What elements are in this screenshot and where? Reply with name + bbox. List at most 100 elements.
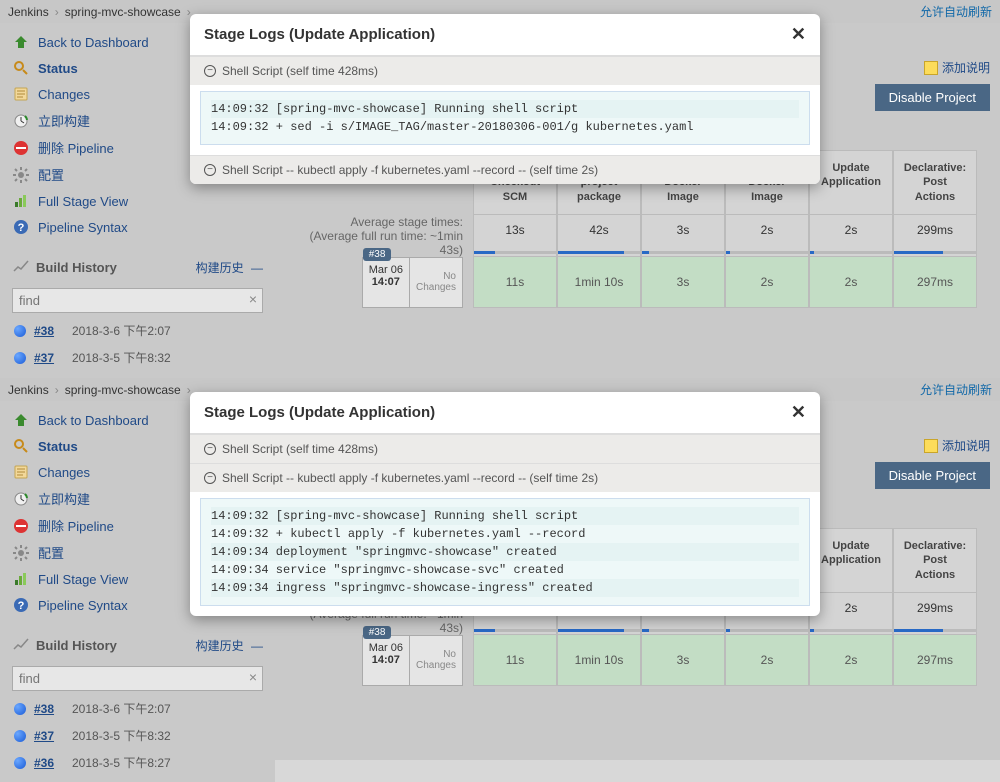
- auto-refresh-link[interactable]: 允许自动刷新: [920, 3, 992, 20]
- sidebar-label: Pipeline Syntax: [38, 598, 128, 613]
- pipeline-syntax-link[interactable]: ?Pipeline Syntax: [0, 214, 275, 240]
- gear-icon: [12, 544, 30, 562]
- build-row[interactable]: #372018-3-5 下午8:32: [0, 722, 275, 749]
- stage-avg-cell: 299ms: [893, 215, 977, 257]
- build-number[interactable]: #37: [34, 729, 72, 743]
- search-icon: [12, 59, 30, 77]
- status-ball-icon: [14, 730, 26, 742]
- log-section-header[interactable]: −Shell Script -- kubectl apply -f kubern…: [190, 463, 820, 492]
- log-section-header[interactable]: −Shell Script (self time 428ms): [190, 56, 820, 85]
- chevron-right-icon: ›: [55, 5, 59, 19]
- sidebar-label: 删除 Pipeline: [38, 138, 114, 157]
- sidebar-label: 配置: [38, 165, 64, 184]
- build-date: 2018-3-5 下午8:32: [72, 349, 171, 366]
- build-row[interactable]: #382018-3-6 下午2:07: [0, 317, 275, 344]
- breadcrumb-project[interactable]: spring-mvc-showcase: [65, 383, 181, 397]
- build-row[interactable]: #372018-3-5 下午8:32: [0, 344, 275, 371]
- stage-column-header: UpdateApplication: [809, 528, 893, 593]
- stage-run-cell[interactable]: 2s: [809, 635, 893, 686]
- clock-icon: [12, 490, 30, 508]
- build-find-input[interactable]: [12, 666, 263, 691]
- build-number[interactable]: #38: [34, 702, 72, 716]
- build-date: 2018-3-6 下午2:07: [72, 322, 171, 339]
- log-output: 14:09:32 [spring-mvc-showcase] Running s…: [200, 91, 810, 145]
- jenkins-panel: Jenkins›spring-mvc-showcase›允许自动刷新Back t…: [0, 0, 1000, 378]
- collapse-icon[interactable]: −: [204, 472, 216, 484]
- chevron-right-icon: ›: [55, 383, 59, 397]
- stage-run-cell[interactable]: 3s: [641, 257, 725, 308]
- stage-run-cell[interactable]: 2s: [809, 257, 893, 308]
- build-date: 2018-3-5 下午8:27: [72, 754, 171, 771]
- stage-run-cell[interactable]: 11s: [473, 257, 557, 308]
- svg-text:?: ?: [18, 222, 25, 234]
- status-ball-icon: [14, 757, 26, 769]
- modal-header: Stage Logs (Update Application)✕: [190, 392, 820, 434]
- build-number[interactable]: #36: [34, 756, 72, 770]
- log-section-label: Shell Script (self time 428ms): [222, 442, 378, 456]
- avg-label: Average stage times:: [293, 215, 463, 229]
- build-history-title: Build History: [36, 260, 117, 275]
- log-section-header[interactable]: −Shell Script -- kubectl apply -f kubern…: [190, 155, 820, 184]
- modal-title: Stage Logs (Update Application): [204, 26, 435, 43]
- sidebar-label: 配置: [38, 543, 64, 562]
- build-number[interactable]: #38: [34, 324, 72, 338]
- status-ball-icon: [14, 325, 26, 337]
- stage-run-cell[interactable]: 1min 10s: [557, 257, 641, 308]
- document-icon: [12, 85, 30, 103]
- build-find-input[interactable]: [12, 288, 263, 313]
- close-icon[interactable]: ✕: [791, 402, 806, 423]
- breadcrumb-project[interactable]: spring-mvc-showcase: [65, 5, 181, 19]
- build-history-link[interactable]: 构建历史 —: [196, 259, 263, 276]
- build-row[interactable]: #382018-3-6 下午2:07: [0, 695, 275, 722]
- add-description-link[interactable]: 添加说明: [924, 437, 990, 454]
- stage-run-cell[interactable]: 11s: [473, 635, 557, 686]
- clear-icon[interactable]: ×: [249, 669, 257, 685]
- breadcrumb-root[interactable]: Jenkins: [8, 5, 49, 19]
- sidebar-label: Full Stage View: [38, 572, 128, 587]
- no-changes-label: NoChanges: [410, 635, 463, 686]
- run-date-box[interactable]: #38Mar 0614:07: [362, 257, 410, 308]
- sidebar-label: Full Stage View: [38, 194, 128, 209]
- stage-run-cell[interactable]: 3s: [641, 635, 725, 686]
- sidebar-label: 立即构建: [38, 111, 90, 130]
- run-badge: #38: [363, 248, 392, 261]
- close-icon[interactable]: ✕: [791, 24, 806, 45]
- stage-run-cell[interactable]: 2s: [725, 635, 809, 686]
- sidebar-label: Changes: [38, 87, 90, 102]
- stage-run-cell[interactable]: 2s: [725, 257, 809, 308]
- clear-icon[interactable]: ×: [249, 291, 257, 307]
- stage-run-cell[interactable]: 297ms: [893, 257, 977, 308]
- build-history-link[interactable]: 构建历史 —: [196, 637, 263, 654]
- breadcrumb-root[interactable]: Jenkins: [8, 383, 49, 397]
- stage-avg-cell: 42s: [557, 215, 641, 257]
- up-arrow-icon: [12, 33, 30, 51]
- prohibit-icon: [12, 139, 30, 157]
- up-arrow-icon: [12, 411, 30, 429]
- pencil-icon: [924, 439, 938, 453]
- build-history-header: Build History构建历史 —: [0, 628, 275, 662]
- stage-run-cell[interactable]: 1min 10s: [557, 635, 641, 686]
- full-stage-view-link[interactable]: Full Stage View: [0, 188, 275, 214]
- sidebar-label: Back to Dashboard: [38, 413, 149, 428]
- log-section-label: Shell Script -- kubectl apply -f kuberne…: [222, 471, 598, 485]
- build-date: 2018-3-6 下午2:07: [72, 700, 171, 717]
- stage-run-cell[interactable]: 297ms: [893, 635, 977, 686]
- collapse-icon[interactable]: −: [204, 443, 216, 455]
- disable-project-button[interactable]: Disable Project: [875, 84, 990, 111]
- bars-icon: [12, 570, 30, 588]
- auto-refresh-link[interactable]: 允许自动刷新: [920, 381, 992, 398]
- collapse-icon[interactable]: −: [204, 164, 216, 176]
- log-output: 14:09:32 [spring-mvc-showcase] Running s…: [200, 498, 810, 606]
- disable-project-button[interactable]: Disable Project: [875, 462, 990, 489]
- add-description-link[interactable]: 添加说明: [924, 59, 990, 76]
- stage-logs-modal: Stage Logs (Update Application)✕−Shell S…: [190, 392, 820, 616]
- build-number[interactable]: #37: [34, 351, 72, 365]
- build-row[interactable]: #362018-3-5 下午8:27: [0, 749, 275, 776]
- run-date-box[interactable]: #38Mar 0614:07: [362, 635, 410, 686]
- sidebar-label: Back to Dashboard: [38, 35, 149, 50]
- stage-column-header: Declarative:PostActions: [893, 528, 977, 593]
- log-section-header[interactable]: −Shell Script (self time 428ms): [190, 434, 820, 463]
- stage-column-header: UpdateApplication: [809, 150, 893, 215]
- collapse-icon[interactable]: −: [204, 65, 216, 77]
- status-ball-icon: [14, 703, 26, 715]
